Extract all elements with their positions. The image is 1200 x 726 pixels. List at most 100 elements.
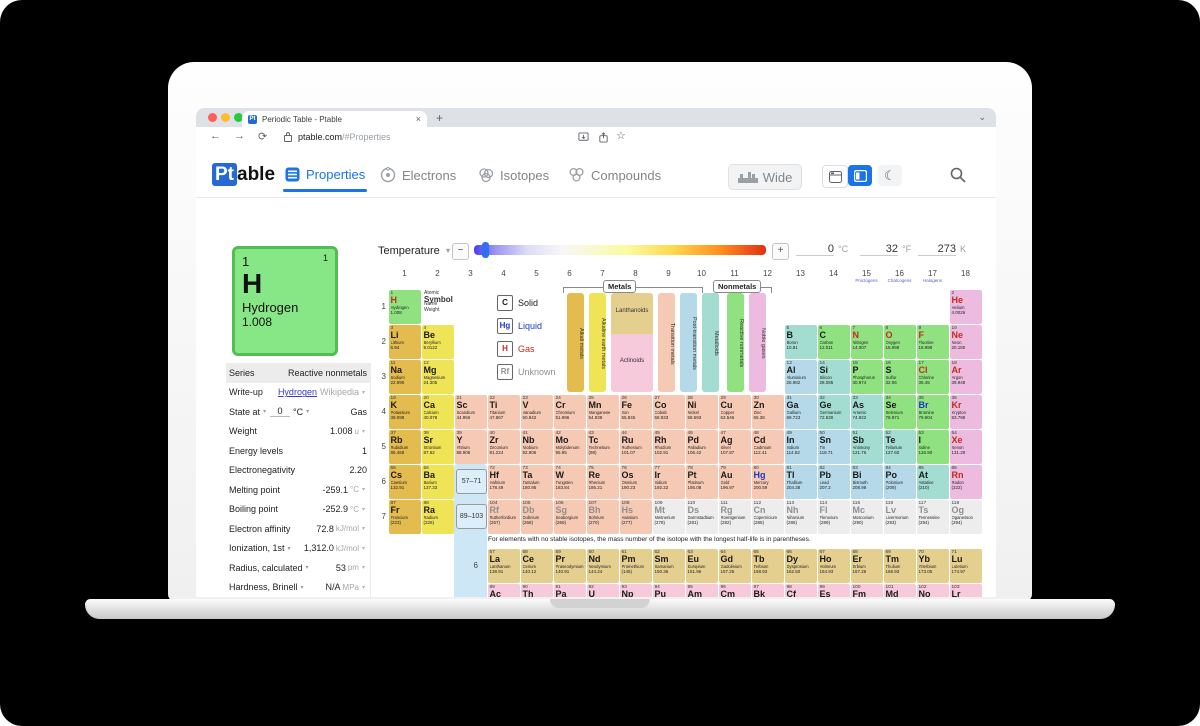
- label-caret-icon[interactable]: ▾: [301, 584, 304, 591]
- element-Kr[interactable]: 36KrKrypton83.798: [950, 395, 982, 429]
- element-Ho[interactable]: 67HoHolmium164.93: [818, 549, 850, 583]
- element-Ar[interactable]: 18ArArgon39.948: [950, 360, 982, 394]
- tab-properties[interactable]: Properties: [285, 167, 365, 182]
- temperature-minus-button[interactable]: −: [452, 243, 469, 260]
- element-Md[interactable]: 101MdMendelevium: [884, 584, 916, 598]
- element-Lv[interactable]: 116LvLivermorium(293): [884, 500, 916, 534]
- element-Pu[interactable]: 94PuPlutonium: [653, 584, 685, 598]
- legend-reactive-nonmetals[interactable]: Reactive nonmetals: [727, 293, 744, 392]
- element-U[interactable]: 92UUranium: [587, 584, 619, 598]
- property-row-electron-affinity[interactable]: Electron affinity72.8kJ/mol▾: [226, 519, 370, 539]
- element-Nb[interactable]: 41NbNiobium92.906: [521, 430, 553, 464]
- element-Er[interactable]: 68ErErbium167.26: [851, 549, 883, 583]
- element-Mc[interactable]: 115McMoscovium(290): [851, 500, 883, 534]
- property-row-ionization-1st[interactable]: Ionization, 1st▾1,312.0kJ/mol▾: [226, 539, 370, 559]
- layout-compact-button[interactable]: [822, 165, 848, 188]
- element-Ba[interactable]: 56BaBarium137.33: [422, 465, 454, 499]
- element-Np[interactable]: 93NpNeptunium: [620, 584, 652, 598]
- element-Xe[interactable]: 54XeXenon131.29: [950, 430, 982, 464]
- temperature-slider-thumb[interactable]: [482, 242, 489, 258]
- element-Se[interactable]: 34SeSelenium78.971: [884, 395, 916, 429]
- legend-alkali-metals[interactable]: Alkali metals: [567, 293, 584, 392]
- legend-alkaline-earth-metals[interactable]: Alkaline earth metals: [589, 293, 606, 392]
- tab-isotopes[interactable]: Isotopes: [478, 167, 549, 183]
- placeholder-89–103[interactable]: 89–103: [456, 504, 487, 529]
- element-Db[interactable]: 105DbDubnium(268): [521, 500, 553, 534]
- element-Rn[interactable]: 86RnRadon(222): [950, 465, 982, 499]
- element-Tl[interactable]: 81TlThallium204.38: [785, 465, 817, 499]
- element-Cn[interactable]: 112CnCopernicium(285): [752, 500, 784, 534]
- element-Ga[interactable]: 31GaGallium69.723: [785, 395, 817, 429]
- element-Mt[interactable]: 109MtMeitnerium(278): [653, 500, 685, 534]
- element-Cl[interactable]: 17ClChlorine35.45: [917, 360, 949, 394]
- temperature-label[interactable]: Temperature: [378, 245, 440, 257]
- element-Pm[interactable]: 61PmPromethium(145): [620, 549, 652, 583]
- temperature-plus-button[interactable]: +: [772, 243, 789, 260]
- element-Cd[interactable]: 48CdCadmium112.41: [752, 430, 784, 464]
- value-caret-icon[interactable]: ▾: [362, 428, 365, 435]
- element-Yb[interactable]: 70YbYtterbium173.05: [917, 549, 949, 583]
- property-row-energy-levels[interactable]: Energy levels1: [226, 441, 370, 461]
- element-In[interactable]: 49InIndium114.82: [785, 430, 817, 464]
- celsius-input[interactable]: 0: [796, 243, 834, 256]
- window-close-button[interactable]: [208, 113, 217, 122]
- value-caret-icon[interactable]: ▾: [362, 564, 365, 571]
- phase-legend-gas[interactable]: HGas: [497, 341, 535, 357]
- element-Ti[interactable]: 22TiTitanium47.867: [488, 395, 520, 429]
- element-Sr[interactable]: 38SrStrontium87.62: [422, 430, 454, 464]
- temperature-slider[interactable]: [474, 245, 766, 255]
- element-La[interactable]: 57LaLanthanum138.91: [488, 549, 520, 583]
- element-Pd[interactable]: 46PdPalladium106.42: [686, 430, 718, 464]
- element-Rg[interactable]: 111RgRoentgenium(282): [719, 500, 751, 534]
- element-Pt[interactable]: 78PtPlatinum195.08: [686, 465, 718, 499]
- dark-mode-moon-icon[interactable]: ☾: [878, 165, 902, 186]
- element-As[interactable]: 33AsArsenic74.922: [851, 395, 883, 429]
- element-Sc[interactable]: 21ScScandium44.956: [455, 395, 487, 429]
- element-Y[interactable]: 39YYttrium88.906: [455, 430, 487, 464]
- kelvin-input[interactable]: 273: [918, 243, 956, 256]
- element-Si[interactable]: 14SiSilicon28.085: [818, 360, 850, 394]
- value-caret-icon[interactable]: ▾: [362, 545, 365, 552]
- browser-tab[interactable]: Pt Periodic Table - Ptable ×: [242, 111, 427, 127]
- element-Bi[interactable]: 83BiBismuth208.98: [851, 465, 883, 499]
- element-Ta[interactable]: 73TaTantalum180.95: [521, 465, 553, 499]
- temperature-caret-icon[interactable]: ▾: [446, 246, 450, 255]
- element-Rf[interactable]: 104RfRutherfordium(267): [488, 500, 520, 534]
- element-Po[interactable]: 84PoPolonium(209): [884, 465, 916, 499]
- element-Tm[interactable]: 69TmThulium168.93: [884, 549, 916, 583]
- element-Am[interactable]: 95AmAmericium: [686, 584, 718, 598]
- element-Br[interactable]: 35BrBromine79.904: [917, 395, 949, 429]
- property-row-radius-calculated[interactable]: Radius, calculated▾53pm▾: [226, 558, 370, 578]
- legend-noble-gases[interactable]: Noble gases: [749, 293, 766, 392]
- value-caret-icon[interactable]: ▾: [362, 389, 365, 396]
- element-Ca[interactable]: 20CaCalcium40.078: [422, 395, 454, 429]
- element-Sb[interactable]: 51SbAntimony121.76: [851, 430, 883, 464]
- bookmark-star-icon[interactable]: ☆: [616, 129, 626, 142]
- property-row-state-at[interactable]: State at▾0°C▾Gas: [226, 402, 370, 422]
- reload-button[interactable]: ⟳: [258, 130, 267, 143]
- element-Zr[interactable]: 40ZrZirconium91.224: [488, 430, 520, 464]
- element-Cf[interactable]: 98CfCalifornium: [785, 584, 817, 598]
- element-Fe[interactable]: 26FeIron55.845: [620, 395, 652, 429]
- element-Ne[interactable]: 10NeNeon20.180: [950, 325, 982, 359]
- element-Ge[interactable]: 32GeGermanium72.630: [818, 395, 850, 429]
- legend-post-transition-metals[interactable]: Post-transition metals: [680, 293, 697, 392]
- lanthanoids-legend[interactable]: Lanthanoids: [611, 293, 653, 334]
- element-Co[interactable]: 27CoCobalt58.933: [653, 395, 685, 429]
- element-At[interactable]: 85AtAstatine(210): [917, 465, 949, 499]
- element-W[interactable]: 74WTungsten183.84: [554, 465, 586, 499]
- element-Ag[interactable]: 47AgSilver107.87: [719, 430, 751, 464]
- element-No[interactable]: 102NoNobelium: [917, 584, 949, 598]
- element-Na[interactable]: 11NaSodium22.990: [389, 360, 421, 394]
- element-V[interactable]: 23VVanadium50.942: [521, 395, 553, 429]
- element-F[interactable]: 9FFluorine18.998: [917, 325, 949, 359]
- element-Nh[interactable]: 113NhNihonium(286): [785, 500, 817, 534]
- ptable-logo[interactable]: Ptable: [212, 164, 275, 186]
- element-Sm[interactable]: 62SmSamarium150.36: [653, 549, 685, 583]
- element-Ir[interactable]: 77IrIridium192.22: [653, 465, 685, 499]
- element-K[interactable]: 19KPotassium39.098: [389, 395, 421, 429]
- label-caret-icon[interactable]: ▾: [288, 545, 291, 552]
- element-Fl[interactable]: 114FlFlerovium(289): [818, 500, 850, 534]
- property-row-electronegativity[interactable]: Electronegativity2.20: [226, 461, 370, 481]
- element-Rb[interactable]: 37RbRubidium85.468: [389, 430, 421, 464]
